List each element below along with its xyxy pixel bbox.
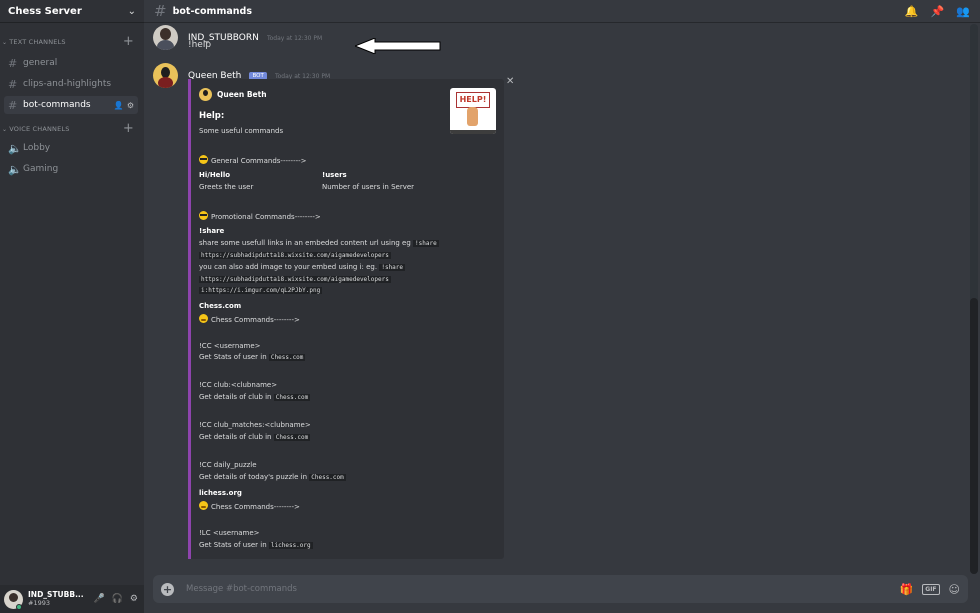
bell-icon[interactable]: 🔔 <box>905 5 919 18</box>
channel-label: Gaming <box>23 164 59 174</box>
speaker-icon: 🔈 <box>8 141 22 155</box>
avatar[interactable] <box>153 63 178 88</box>
scrollbar[interactable] <box>970 24 978 574</box>
field-value: i:https://i.imgur.com/qL2PJbY.png <box>199 287 323 294</box>
chevron-down-icon: ⌄ <box>2 38 8 46</box>
headphones-icon[interactable]: 🎧 <box>112 594 123 604</box>
add-channel-icon[interactable]: + <box>123 35 134 48</box>
members-icon[interactable]: 👥 <box>956 5 970 18</box>
field-value: you can also add image to your embed usi… <box>199 263 406 271</box>
sidebar-item-general[interactable]: # general <box>4 54 138 72</box>
field-name: lichess.org <box>199 489 242 497</box>
field-name: Chess.com <box>199 302 242 310</box>
gif-button[interactable]: GIF <box>922 583 940 595</box>
sunglasses-emoji-icon <box>199 211 208 220</box>
field-value: share some usefull links in an embeded c… <box>199 239 439 247</box>
emoji-icon[interactable]: ☺ <box>949 583 960 596</box>
field-name: !share <box>199 227 225 235</box>
hash-icon: # <box>154 2 167 20</box>
sidebar-item-gaming[interactable]: 🔈 Gaming <box>4 160 138 178</box>
command-name: !CC club:<clubname> <box>199 381 278 389</box>
embed-section-header: Chess Commands--------> <box>199 501 300 511</box>
chevron-down-icon[interactable]: ⌄ <box>128 6 136 17</box>
user-tag: #1993 <box>28 599 50 607</box>
field-value: Number of users in Server <box>322 183 415 191</box>
embed-section-header: Promotional Commands--------> <box>199 211 321 221</box>
hash-icon: # <box>8 98 18 112</box>
scrollbar-thumb[interactable] <box>970 298 978 574</box>
thumbnail-sign-text: HELP! <box>456 92 490 108</box>
gear-icon[interactable]: ⚙ <box>127 101 134 110</box>
hand-icon <box>467 107 478 126</box>
category-text-channels[interactable]: ⌄ TEXT CHANNELS + <box>0 35 144 48</box>
message-composer: + 🎁 GIF ☺ <box>153 575 968 603</box>
gift-icon[interactable]: 🎁 <box>900 583 914 596</box>
channel-label: clips-and-highlights <box>23 79 112 89</box>
category-label: TEXT CHANNELS <box>9 38 66 46</box>
close-icon[interactable]: ✕ <box>506 76 514 87</box>
arrow-left-icon <box>355 38 441 54</box>
command-desc: Get details of club in Chess.com <box>199 393 311 401</box>
embed-title: Help: <box>199 111 225 121</box>
message-timestamp: Today at 12:30 PM <box>266 35 323 42</box>
command-name: !LC <username> <box>199 529 260 537</box>
embed-section-header: General Commands--------> <box>199 155 307 165</box>
embed-author-avatar <box>199 88 212 101</box>
field-name: !users <box>322 171 347 179</box>
hash-icon: # <box>8 56 18 70</box>
field-value: https://subhadipdutta18.wixsite.com/aiga… <box>199 276 391 283</box>
field-value: Greets the user <box>199 183 254 191</box>
sidebar-item-bot-commands[interactable]: # bot-commands 👤 ⚙ <box>4 96 138 114</box>
field-value: https://subhadipdutta18.wixsite.com/aiga… <box>199 252 391 259</box>
message-input[interactable] <box>186 584 900 594</box>
command-desc: Get details of today's puzzle in Chess.c… <box>199 473 346 481</box>
speaker-icon: 🔈 <box>8 162 22 176</box>
chevron-down-icon: ⌄ <box>2 125 8 133</box>
sidebar-item-lobby[interactable]: 🔈 Lobby <box>4 139 138 157</box>
channel-sidebar: Chess Server ⌄ ⌄ TEXT CHANNELS + # genera… <box>0 0 144 613</box>
command-name: !CC <username> <box>199 342 261 350</box>
channel-label: bot-commands <box>23 100 91 110</box>
command-desc: Get details of club in Chess.com <box>199 433 311 441</box>
channel-header: # bot-commands 🔔 📌 👥 <box>144 0 980 23</box>
hash-icon: # <box>8 77 18 91</box>
command-desc: Get Stats of user in Chess.com <box>199 353 306 361</box>
sidebar-item-clips-and-highlights[interactable]: # clips-and-highlights <box>4 75 138 93</box>
avatar[interactable] <box>153 25 178 50</box>
thinking-emoji-icon <box>199 314 208 323</box>
channel-label: Lobby <box>23 143 51 153</box>
message-list: IND_STUBBORN Today at 12:30 PM !help Que… <box>144 23 970 575</box>
add-attachment-button[interactable]: + <box>161 582 174 596</box>
field-name: Hi/Hello <box>199 171 231 179</box>
gear-icon[interactable]: ⚙ <box>130 594 138 604</box>
user-panel: IND_STUBB... #1993 🎤 🎧 ⚙ <box>0 585 144 613</box>
sunglasses-emoji-icon <box>199 155 208 164</box>
category-voice-channels[interactable]: ⌄ VOICE CHANNELS + <box>0 122 144 135</box>
message-item: IND_STUBBORN Today at 12:30 PM !help <box>153 25 853 55</box>
user-name: IND_STUBB... <box>28 590 84 599</box>
message-text: !help <box>188 40 212 50</box>
invite-icon[interactable]: 👤 <box>114 101 124 110</box>
embed-description: Some useful commands <box>199 127 284 135</box>
server-header[interactable]: Chess Server ⌄ <box>0 0 144 23</box>
embed-author-name: Queen Beth <box>217 90 267 99</box>
pin-icon[interactable]: 📌 <box>931 5 945 18</box>
embed-section-header: Chess Commands--------> <box>199 314 300 324</box>
server-name: Chess Server <box>8 5 82 17</box>
online-status-icon <box>16 604 22 610</box>
command-name: !CC daily_puzzle <box>199 461 257 469</box>
thinking-emoji-icon <box>199 501 208 510</box>
channel-label: general <box>23 58 58 68</box>
add-channel-icon[interactable]: + <box>123 122 134 135</box>
command-desc: Get Stats of user in lichess.org <box>199 541 313 549</box>
bot-embed: Queen Beth HELP! Help: Some useful comma… <box>188 79 504 559</box>
category-label: VOICE CHANNELS <box>9 125 70 133</box>
channel-title: bot-commands <box>172 5 252 17</box>
embed-thumbnail[interactable]: HELP! <box>450 88 496 134</box>
mute-mic-icon[interactable]: 🎤 <box>93 594 104 604</box>
command-name: !CC club_matches:<clubname> <box>199 421 311 429</box>
